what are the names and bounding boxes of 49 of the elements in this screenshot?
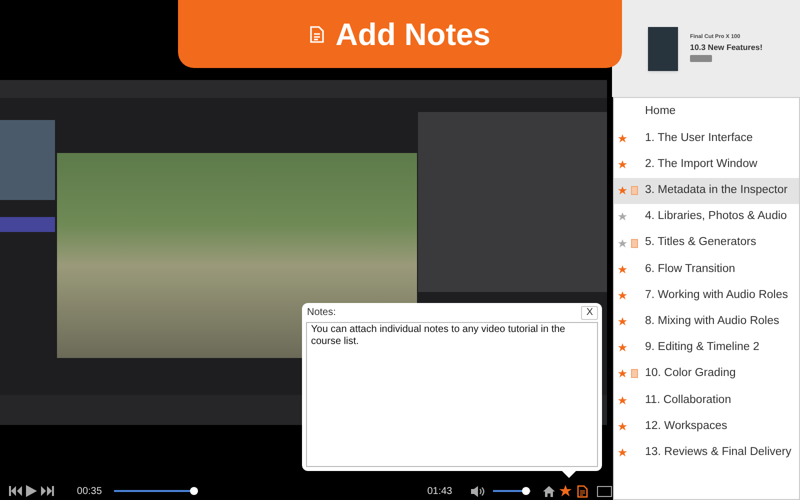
notes-icon[interactable]: [577, 484, 588, 498]
elapsed-time: 00:35: [76, 484, 102, 498]
product-box-image: [648, 26, 678, 70]
home-icon[interactable]: [543, 486, 556, 496]
lesson-title: 1. The User Interface: [645, 130, 753, 146]
star-icon[interactable]: [559, 485, 572, 497]
star-icon[interactable]: [618, 396, 627, 405]
star-icon[interactable]: [618, 422, 627, 431]
lesson-title: 11. Collaboration: [645, 392, 732, 408]
lesson-title: 9. Editing & Timeline 2: [645, 340, 760, 356]
banner-title: 10.3 New Features!: [690, 44, 762, 52]
duration-time: 01:43: [427, 484, 452, 498]
volume-track[interactable]: [493, 487, 532, 495]
slider-thumb[interactable]: [190, 487, 198, 495]
lesson-title: 10. Color Grading: [645, 366, 736, 382]
lesson-title: 6. Flow Transition: [645, 262, 736, 277]
star-icon[interactable]: [618, 238, 627, 248]
lesson-title: Home: [645, 104, 676, 120]
star-icon[interactable]: [618, 317, 627, 326]
previous-icon[interactable]: [9, 486, 23, 496]
lesson-title: 12. Workspaces: [645, 418, 728, 434]
next-icon[interactable]: [40, 486, 54, 496]
lesson-title: 2. The Import Window: [645, 156, 758, 172]
star-icon[interactable]: [618, 212, 627, 222]
lesson-title: 13. Reviews & Final Delivery: [645, 444, 792, 460]
play-icon[interactable]: [26, 485, 37, 497]
slider-thumb[interactable]: [522, 487, 530, 495]
lesson-title: 7. Working with Audio Roles: [645, 288, 788, 303]
star-icon[interactable]: [618, 264, 627, 274]
add-notes-header: Add Notes: [178, 0, 622, 68]
star-icon[interactable]: [618, 448, 627, 458]
star-icon[interactable]: [618, 160, 627, 169]
star-icon[interactable]: [618, 290, 627, 300]
star-icon[interactable]: [618, 186, 627, 196]
star-icon[interactable]: [618, 369, 627, 378]
lesson-title: 4. Libraries, Photos & Audio: [645, 209, 787, 224]
close-button[interactable]: X: [581, 306, 598, 320]
speaker-icon[interactable]: [471, 486, 486, 496]
lesson-title: 8. Mixing with Audio Roles: [645, 314, 780, 329]
fullscreen-icon[interactable]: [597, 486, 612, 496]
notes-field[interactable]: You can attach individual notes to any video tutorial in the course list.: [306, 322, 598, 467]
star-icon[interactable]: [618, 134, 627, 143]
star-icon[interactable]: [618, 343, 627, 352]
document-icon: [310, 26, 324, 42]
banner-button[interactable]: [690, 54, 712, 62]
lesson-title: 5. Titles & Generators: [645, 235, 756, 250]
lesson-item[interactable]: 3. Metadata in the Inspector: [614, 178, 799, 204]
notes-label: Notes:: [307, 308, 336, 318]
lesson-title: 3. Metadata in the Inspector: [645, 183, 788, 198]
